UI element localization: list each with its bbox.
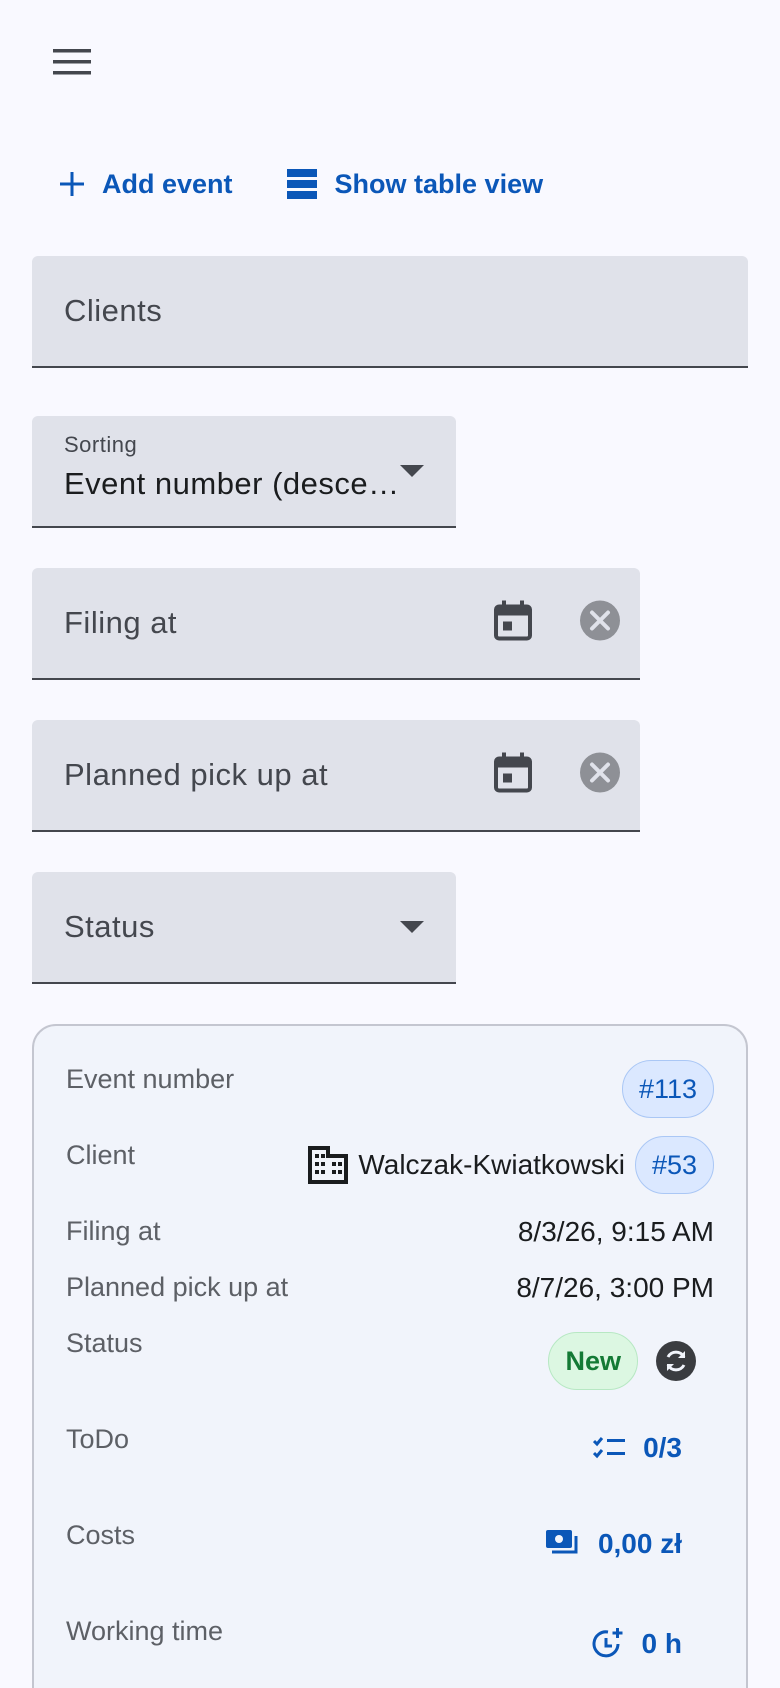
costs-row-label: Costs [66, 1520, 136, 1550]
change-status-button[interactable] [656, 1341, 696, 1381]
planned-pickup-row: Planned pick up at 8/7/26, 3:00 PM [66, 1268, 714, 1308]
payments-icon [545, 1530, 580, 1558]
action-bar: Add event Show table view [46, 158, 557, 210]
planned-pickup-value: 8/7/26, 3:00 PM [516, 1272, 714, 1303]
planned-pickup-label: Planned pick up at [64, 757, 329, 792]
working-time-link[interactable]: 0 h [592, 1628, 714, 1660]
plus-icon [60, 172, 84, 196]
status-row: Status New [66, 1324, 714, 1390]
filing-at-value: 8/3/26, 9:15 AM [517, 1216, 714, 1247]
menu-button[interactable] [44, 34, 100, 90]
calendar-icon[interactable] [494, 752, 532, 798]
event-number-row: Event number #113 [66, 1060, 714, 1120]
working-time-value: 0 h [641, 1628, 682, 1659]
client-name[interactable]: Walczak-Kwiatkowski [358, 1149, 625, 1181]
client-row: Client Walczak-Kwiatkowski #53 [66, 1136, 714, 1196]
calendar-icon[interactable] [494, 600, 532, 646]
clients-filter[interactable]: Clients [32, 256, 748, 368]
menu-icon [53, 49, 91, 75]
todo-row: ToDo 0/3 [66, 1420, 714, 1480]
show-table-view-label: Show table view [334, 168, 544, 199]
todo-value: 0/3 [643, 1432, 682, 1463]
sorting-value: Event number (descending) [64, 466, 404, 501]
add-event-label: Add event [102, 168, 233, 199]
clock-icon [592, 1628, 624, 1660]
status-filter-label: Status [64, 909, 155, 944]
client-id-chip[interactable]: #53 [634, 1136, 714, 1194]
add-event-button[interactable]: Add event [46, 158, 247, 210]
working-time-row-label: Working time [66, 1616, 224, 1646]
status-row-label: Status [66, 1328, 143, 1358]
filing-at-row: Filing at 8/3/26, 9:15 AM [66, 1212, 714, 1252]
sorting-label: Sorting [64, 432, 138, 457]
filing-at-row-label: Filing at [66, 1216, 161, 1246]
planned-pickup-field[interactable]: Planned pick up at [32, 720, 640, 832]
clients-filter-label: Clients [64, 293, 163, 328]
show-table-view-button[interactable]: Show table view [273, 158, 558, 210]
filing-at-label: Filing at [64, 605, 178, 640]
costs-link[interactable]: 0,00 zł [545, 1528, 714, 1560]
event-number-chip[interactable]: #113 [621, 1060, 714, 1118]
filing-at-field[interactable]: Filing at [32, 568, 640, 680]
event-card[interactable]: Event number #113 Client Walczak-Kwiatko… [32, 1024, 748, 1688]
costs-value: 0,00 zł [597, 1528, 682, 1559]
checklist-icon [593, 1436, 626, 1460]
status-badge: New [548, 1332, 638, 1390]
refresh-icon [666, 1350, 686, 1372]
dropdown-arrow-icon [400, 921, 424, 933]
table-view-icon [286, 169, 317, 199]
status-select[interactable]: Status [32, 872, 456, 984]
todo-row-label: ToDo [66, 1424, 130, 1454]
clear-icon[interactable] [580, 600, 620, 646]
sorting-select[interactable]: Sorting Event number (descending) [32, 416, 456, 528]
costs-row: Costs 0,00 zł [66, 1516, 714, 1576]
planned-pickup-row-label: Planned pick up at [66, 1272, 289, 1302]
client-label: Client [66, 1140, 136, 1170]
working-time-row: Working time 0 h [66, 1612, 714, 1672]
dropdown-arrow-icon [400, 465, 424, 477]
clear-icon[interactable] [580, 752, 620, 798]
building-icon [308, 1146, 349, 1184]
todo-link[interactable]: 0/3 [593, 1432, 714, 1464]
event-number-label: Event number [66, 1064, 235, 1094]
